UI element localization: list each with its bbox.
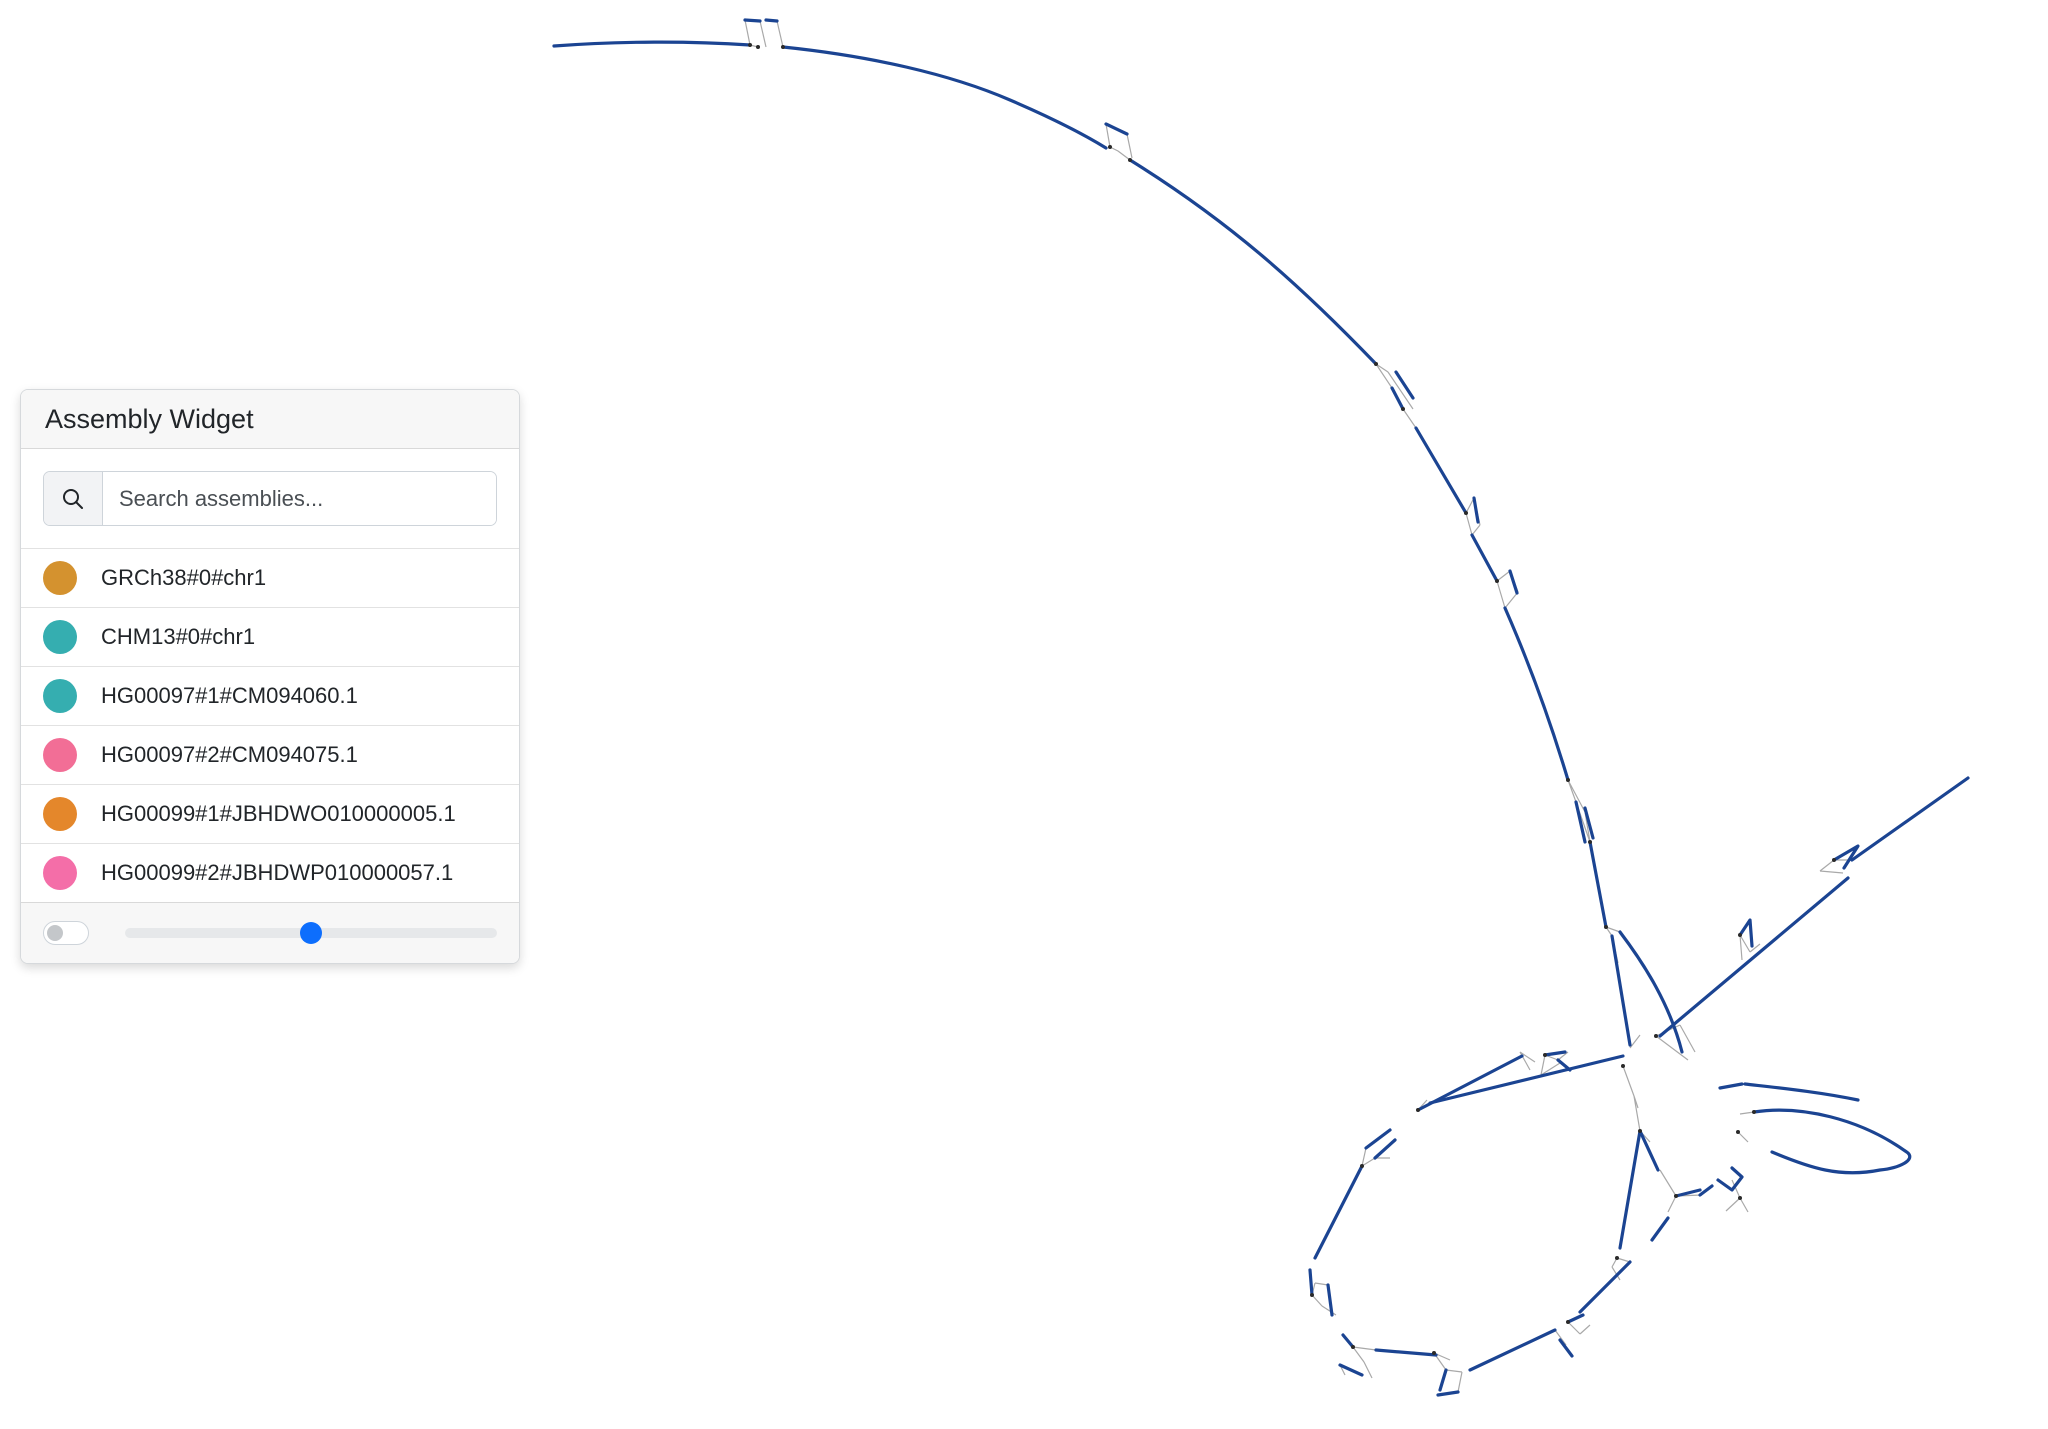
widget-footer (21, 902, 519, 963)
graph-node[interactable] (1578, 1260, 1632, 1314)
widget-header: Assembly Widget (21, 390, 519, 449)
assembly-item-chm13[interactable]: CHM13#0#chr1 (21, 608, 519, 667)
search-group (43, 471, 497, 526)
graph-node[interactable] (1716, 1166, 1744, 1192)
graph-node[interactable] (1364, 1128, 1392, 1150)
assembly-label: HG00097#1#CM094060.1 (101, 683, 358, 708)
assembly-color-swatch (43, 561, 77, 595)
graph-node[interactable] (1718, 1082, 1744, 1090)
widget-title: Assembly Widget (45, 403, 254, 434)
graph-node[interactable] (1436, 1390, 1460, 1397)
assembly-item-hg00099-1[interactable]: HG00099#1#JBHDWO010000005.1 (21, 785, 519, 844)
graph-node[interactable] (1438, 1368, 1448, 1392)
display-toggle[interactable] (43, 921, 89, 945)
assembly-item-hg00097-1[interactable]: HG00097#1#CM094060.1 (21, 667, 519, 726)
graph-links (744, 19, 1852, 1393)
graph-node[interactable] (1738, 918, 1754, 948)
graph-node[interactable] (1338, 1363, 1364, 1377)
search-container (21, 449, 519, 549)
assembly-color-swatch (43, 738, 77, 772)
search-icon (44, 472, 103, 525)
graph-node[interactable] (1658, 876, 1850, 1038)
range-slider[interactable] (125, 922, 497, 944)
graph-node[interactable] (1472, 496, 1480, 524)
graph-node[interactable] (1470, 533, 1499, 583)
graph-node[interactable] (1104, 122, 1129, 136)
assembly-item-grch38[interactable]: GRCh38#0#chr1 (21, 549, 519, 608)
slider-thumb[interactable] (300, 922, 322, 944)
graph-node[interactable] (1752, 1108, 1912, 1175)
graph-node[interactable] (764, 18, 779, 23)
graph-node[interactable] (1543, 1050, 1567, 1057)
graph-node[interactable] (552, 40, 752, 48)
graph-node[interactable] (1128, 158, 1378, 366)
assembly-item-hg00099-2[interactable]: HG00099#2#JBHDWP010000057.1 (21, 844, 519, 902)
assembly-color-swatch (43, 620, 77, 654)
graph-node[interactable] (1850, 776, 1970, 862)
assembly-item-hg00097-2[interactable]: HG00097#2#CM094075.1 (21, 726, 519, 785)
graph-node[interactable] (1610, 934, 1632, 1047)
assembly-label: CHM13#0#chr1 (101, 624, 256, 649)
assembly-label: HG00099#2#JBHDWP010000057.1 (101, 860, 454, 885)
graph-nodes[interactable] (552, 18, 1970, 1397)
graph-node[interactable] (1588, 840, 1608, 929)
graph-node[interactable] (1508, 569, 1519, 595)
graph-node[interactable] (1308, 1268, 1314, 1297)
graph-node[interactable] (1373, 1138, 1397, 1160)
assembly-color-swatch (43, 679, 77, 713)
graph-node[interactable] (1743, 1082, 1860, 1102)
graph-node[interactable] (743, 18, 762, 23)
graph-node[interactable] (1414, 426, 1468, 515)
assembly-label: HG00097#2#CM094075.1 (101, 742, 358, 767)
graph-node[interactable] (1468, 1328, 1557, 1372)
assembly-list: GRCh38#0#chr1 CHM13#0#chr1 HG00097#1#CM0… (21, 549, 519, 902)
graph-node[interactable] (1313, 1164, 1364, 1260)
assembly-label: HG00099#1#JBHDWO010000005.1 (101, 801, 456, 826)
graph-node[interactable] (1618, 1129, 1642, 1250)
assembly-label: GRCh38#0#chr1 (101, 565, 267, 590)
assembly-widget: Assembly Widget GRCh38#0#chr1 CHM13#0#ch… (20, 389, 520, 964)
graph-node[interactable] (1341, 1333, 1355, 1349)
graph-node[interactable] (1698, 1184, 1714, 1197)
graph-node[interactable] (1638, 1129, 1660, 1172)
graph-node[interactable] (1558, 1338, 1574, 1358)
toggle-knob (47, 925, 63, 941)
graph-node[interactable] (1394, 370, 1415, 400)
graph-node[interactable] (1503, 606, 1570, 782)
search-input[interactable] (103, 472, 496, 525)
assembly-color-swatch (43, 797, 77, 831)
assembly-color-swatch (43, 856, 77, 890)
graph-node[interactable] (1374, 1348, 1438, 1357)
graph-node[interactable] (781, 45, 1108, 150)
graph-node[interactable] (1650, 1216, 1670, 1242)
graph-node[interactable] (1566, 1313, 1585, 1324)
graph-junctions (748, 43, 1836, 1355)
